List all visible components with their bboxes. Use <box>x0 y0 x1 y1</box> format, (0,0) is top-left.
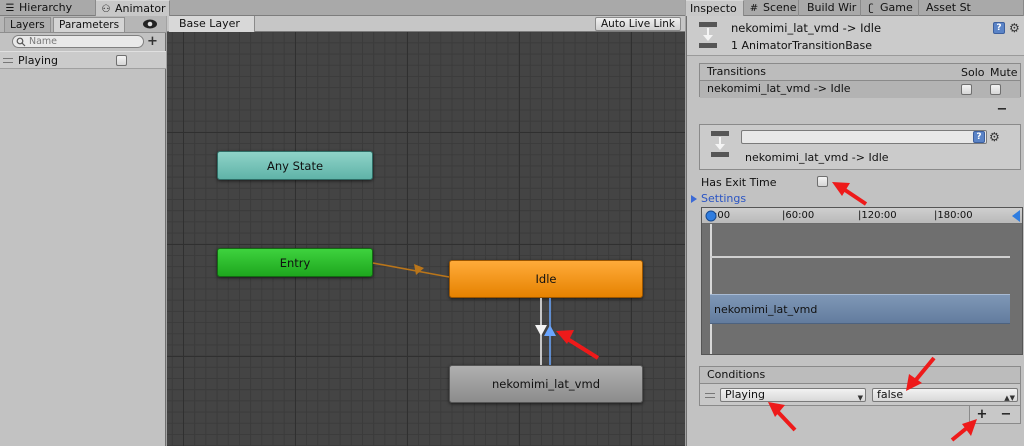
inspector-title: nekomimi_lat_vmd -> Idle <box>731 21 882 35</box>
animator-graph[interactable]: Base Layer Auto Live Link Any State Entr… <box>167 16 685 446</box>
game-icon: ʗ <box>868 3 874 14</box>
tab-hierarchy[interactable]: ☰ Hierarchy <box>0 0 96 16</box>
solo-label: Solo <box>961 66 985 79</box>
add-condition-button[interactable]: + <box>971 408 993 424</box>
condition-parameter-dropdown[interactable]: Playing ▼ <box>720 388 866 402</box>
tab-inspector[interactable]: Inspecto <box>686 0 744 16</box>
parameter-name: Playing <box>18 54 58 67</box>
tab-asset-store[interactable]: Asset St <box>919 0 1024 16</box>
gear-icon[interactable]: ⚙ <box>1009 22 1020 34</box>
remove-condition-button[interactable]: − <box>995 408 1017 424</box>
parameter-row-playing[interactable]: Playing <box>0 51 166 69</box>
remove-transition-button[interactable]: − <box>991 103 1013 119</box>
help-icon[interactable]: ? <box>993 22 1005 34</box>
detail-gear-icon[interactable]: ⚙ <box>989 131 1000 143</box>
timeline-start-marker-icon[interactable] <box>705 210 717 222</box>
search-icon <box>16 37 26 47</box>
transition-detail-label: nekomimi_lat_vmd -> Idle <box>745 151 889 164</box>
state-entry[interactable]: Entry <box>217 248 373 277</box>
panel-subtabs: Layers Parameters <box>0 16 166 33</box>
tab-build[interactable]: Build Wir <box>799 0 861 16</box>
parameter-checkbox[interactable] <box>116 55 127 66</box>
state-nekomimi[interactable]: nekomimi_lat_vmd <box>449 365 643 403</box>
mute-label: Mute <box>990 66 1018 79</box>
tab-layers[interactable]: Layers <box>4 17 51 32</box>
right-tab-strip: Inspecto # Scene Build Wir ʗ Game Asset St <box>686 0 1024 16</box>
has-exit-time-checkbox[interactable] <box>817 176 828 187</box>
transition-timeline[interactable]: :00 |60:00 |120:00 |180:00 nekomimi_lat_… <box>701 207 1023 355</box>
conditions-list: Conditions Playing ▼ false ▲▼ <box>699 366 1021 406</box>
auto-live-link-button[interactable]: Auto Live Link <box>595 17 681 31</box>
detail-help-icon[interactable]: ? <box>973 131 985 143</box>
has-exit-time-label: Has Exit Time <box>701 176 777 189</box>
tab-animator[interactable]: ⚇ Animator <box>96 0 170 16</box>
inspector-panel: nekomimi_lat_vmd -> Idle 1 AnimatorTrans… <box>686 16 1024 446</box>
transition-icon <box>699 22 717 48</box>
add-parameter-button[interactable]: + <box>147 34 158 49</box>
timeline-end-marker-icon[interactable] <box>1012 210 1023 222</box>
ruler-tick: |60:00 <box>782 210 815 221</box>
state-idle[interactable]: Idle <box>449 260 643 298</box>
timeline-start-line <box>710 224 712 354</box>
search-placeholder: Name <box>29 36 58 47</box>
chevron-down-icon: ▲▼ <box>1004 394 1015 402</box>
graph-toolbar: Base Layer Auto Live Link <box>167 16 685 32</box>
breadcrumb-base-layer[interactable]: Base Layer <box>169 16 255 32</box>
condition-value-dropdown[interactable]: false ▲▼ <box>872 388 1018 402</box>
settings-foldout-icon[interactable] <box>691 195 697 203</box>
tab-scene[interactable]: # Scene <box>744 0 799 16</box>
inspector-header: nekomimi_lat_vmd -> Idle 1 AnimatorTrans… <box>687 16 1024 56</box>
parameters-panel: Layers Parameters Name + Playing <box>0 16 166 446</box>
drag-handle-icon[interactable] <box>3 58 13 63</box>
transition-name-field[interactable] <box>741 130 987 144</box>
left-tab-strip: ☰ Hierarchy ⚇ Animator <box>0 0 685 16</box>
tab-parameters[interactable]: Parameters <box>53 17 126 32</box>
transitions-list: Transitions Solo Mute nekomimi_lat_vmd -… <box>699 63 1021 98</box>
scene-icon: # <box>749 3 759 14</box>
solo-checkbox[interactable] <box>961 84 972 95</box>
hierarchy-icon: ☰ <box>5 3 15 14</box>
conditions-header: Conditions <box>700 367 1020 384</box>
timeline-transition-line <box>710 256 1010 258</box>
transition-item[interactable]: nekomimi_lat_vmd -> Idle <box>700 81 1020 98</box>
ruler-tick: |120:00 <box>858 210 897 221</box>
condition-drag-handle-icon[interactable] <box>705 393 715 398</box>
timeline-ruler: :00 |60:00 |120:00 |180:00 <box>702 208 1022 224</box>
state-any-state[interactable]: Any State <box>217 151 373 180</box>
mute-checkbox[interactable] <box>990 84 1001 95</box>
ruler-tick: |180:00 <box>934 210 973 221</box>
search-input[interactable]: Name <box>12 35 144 48</box>
settings-foldout[interactable]: Settings <box>701 192 746 205</box>
tab-game[interactable]: ʗ Game <box>861 0 919 16</box>
inspector-subtitle: 1 AnimatorTransitionBase <box>731 39 873 52</box>
chevron-down-icon: ▼ <box>857 394 863 402</box>
eye-icon[interactable] <box>142 17 158 31</box>
transition-detail-icon <box>711 131 729 157</box>
timeline-clip-bar[interactable]: nekomimi_lat_vmd <box>710 294 1010 324</box>
animator-icon: ⚇ <box>101 4 111 15</box>
